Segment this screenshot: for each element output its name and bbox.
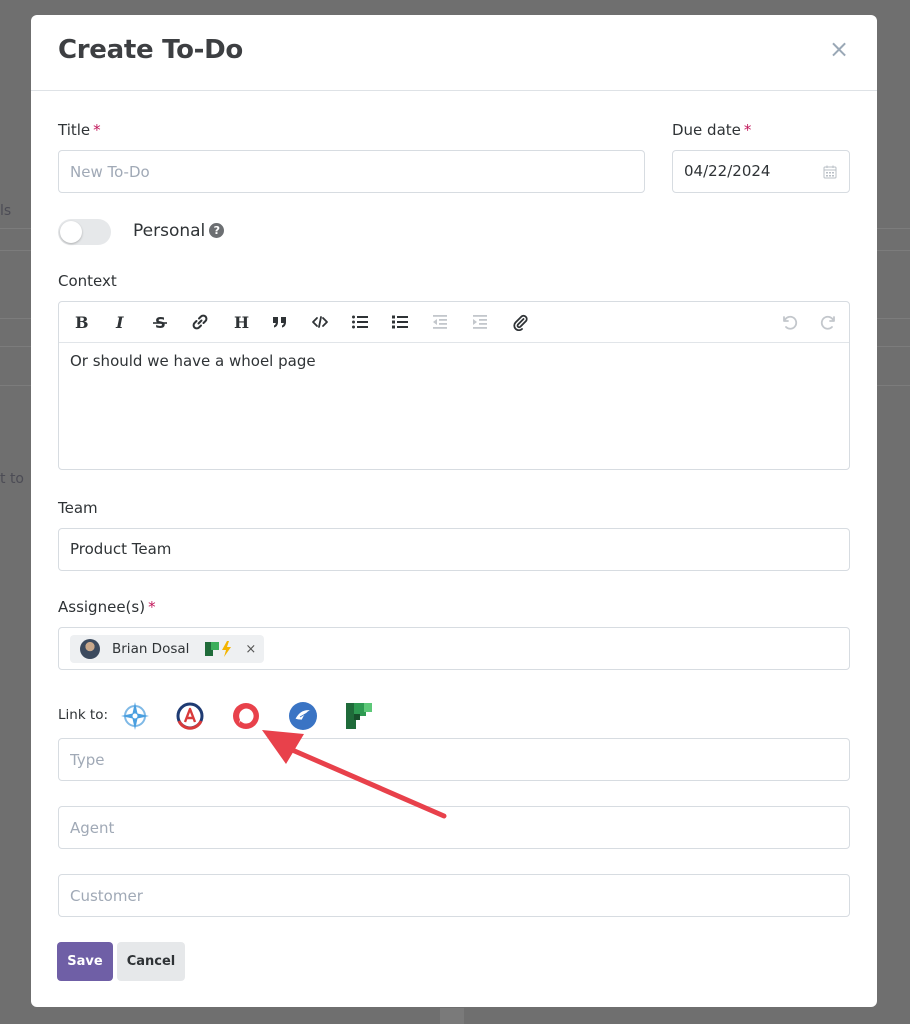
title-label-text: Title <box>58 121 91 139</box>
required-mark: * <box>743 121 752 139</box>
avatar <box>80 639 100 659</box>
title-input[interactable] <box>58 150 645 193</box>
create-todo-modal: Create To-Do × Title* Due date* 04/22/20… <box>31 15 877 1007</box>
quote-icon[interactable] <box>268 310 292 334</box>
assignee-chip: Brian Dosal × <box>70 635 265 663</box>
calendar-icon[interactable] <box>823 165 837 179</box>
a-logo-app-icon[interactable] <box>175 701 205 731</box>
svg-text:B: B <box>75 313 89 331</box>
personal-toggle[interactable] <box>58 219 111 245</box>
bold-icon[interactable]: B <box>68 310 92 334</box>
bg-text-fragment: ls <box>0 203 12 219</box>
compass-app-icon[interactable] <box>120 701 150 731</box>
save-button[interactable]: Save <box>57 942 113 981</box>
personal-label-text: Personal <box>133 221 206 241</box>
modal-title: Create To-Do <box>58 35 243 65</box>
team-label: Team <box>58 499 98 517</box>
link-icon[interactable] <box>188 310 212 334</box>
integration-badge-icon <box>205 641 232 657</box>
undo-icon[interactable] <box>777 310 801 334</box>
due-date-label-text: Due date <box>672 121 741 139</box>
assignee-name: Brian Dosal <box>112 641 190 657</box>
help-icon[interactable]: ? <box>209 223 225 238</box>
team-value: Product Team <box>70 540 172 558</box>
assignee-label-text: Assignee(s) <box>58 598 146 616</box>
assignee-field[interactable]: Brian Dosal × <box>58 627 850 670</box>
link-to-label: Link to: <box>58 707 109 723</box>
indent-icon[interactable] <box>468 310 492 334</box>
bg-text-fragment: t to <box>0 471 24 487</box>
attachment-icon[interactable] <box>508 310 532 334</box>
due-date-label: Due date * <box>672 121 751 139</box>
modal-header: Create To-Do × <box>31 15 877 91</box>
context-label: Context <box>58 272 117 290</box>
agent-input[interactable] <box>58 806 850 849</box>
code-icon[interactable] <box>308 310 332 334</box>
numbered-list-icon[interactable] <box>388 310 412 334</box>
editor-toolbar: B I S H <box>59 302 849 343</box>
customer-input[interactable] <box>58 874 850 917</box>
heading-icon[interactable]: H <box>228 310 252 334</box>
bullet-list-icon[interactable] <box>348 310 372 334</box>
green-squares-app-icon[interactable] <box>344 701 374 731</box>
due-date-value: 04/22/2024 <box>684 162 771 180</box>
bg-fragment <box>440 1008 464 1024</box>
required-mark: * <box>148 598 156 616</box>
due-date-field[interactable]: 04/22/2024 <box>672 150 850 193</box>
svg-text:H: H <box>234 313 249 331</box>
personal-label: Personal? <box>133 221 225 241</box>
type-input[interactable] <box>58 738 850 781</box>
redo-icon[interactable] <box>817 310 841 334</box>
italic-icon[interactable]: I <box>108 310 132 334</box>
required-mark: * <box>93 121 101 139</box>
close-button[interactable]: × <box>829 37 849 61</box>
strikethrough-icon[interactable]: S <box>148 310 172 334</box>
team-select[interactable]: Product Team <box>58 528 850 571</box>
context-editor-content[interactable]: Or should we have a whoel page <box>59 343 849 379</box>
bird-app-icon[interactable] <box>288 701 318 731</box>
remove-assignee-button[interactable]: × <box>245 642 256 657</box>
svg-text:I: I <box>115 313 124 331</box>
cancel-button[interactable]: Cancel <box>117 942 185 981</box>
outdent-icon[interactable] <box>428 310 452 334</box>
chat-bubble-app-icon[interactable] <box>231 701 261 731</box>
assignee-label: Assignee(s) * <box>58 598 156 616</box>
context-editor: B I S H Or should we have a whoel page <box>58 301 850 470</box>
title-label: Title * <box>58 121 101 139</box>
toggle-knob <box>60 221 82 243</box>
